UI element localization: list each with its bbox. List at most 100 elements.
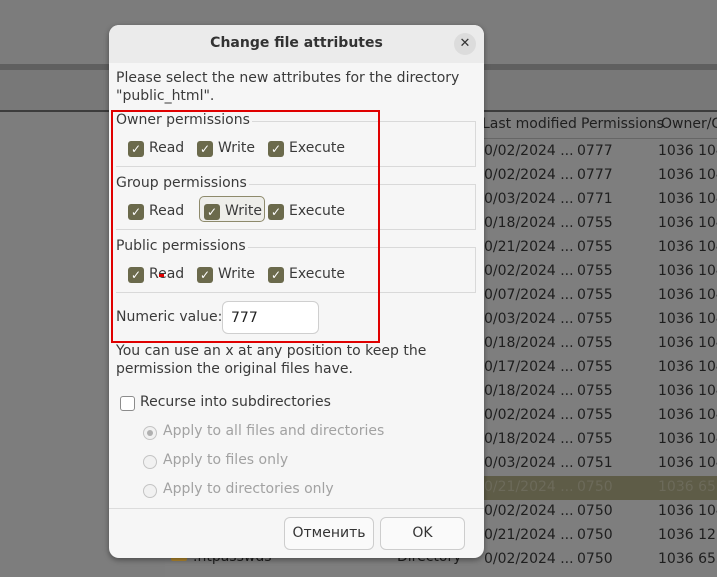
row-permissions: 0755 (577, 431, 613, 447)
cancel-button[interactable]: Отменить (284, 517, 374, 550)
row-last-modified: 0/21/2024 ... (484, 479, 574, 495)
row-permissions: 0755 (577, 407, 613, 423)
checkbox-label: Write (218, 266, 255, 282)
row-owner: 1036 104 (658, 455, 717, 471)
file-row[interactable]: 0/07/2024 ...0755 1036 104 (484, 284, 717, 308)
highlight-mark (159, 274, 164, 277)
radio-label: Apply to all files and directories (163, 423, 385, 439)
row-permissions: 0755 (577, 239, 613, 255)
row-permissions: 0755 (577, 383, 613, 399)
row-permissions: 0755 (577, 215, 613, 231)
row-permissions: 0750 (577, 527, 613, 543)
checkbox-label: Read (149, 266, 185, 282)
checkbox-label: Read (149, 140, 185, 156)
file-row[interactable]: 0/18/2024 ...0755 1036 104 (484, 212, 717, 236)
row-owner: 1036 104 (658, 407, 717, 423)
check-icon: ✓ (268, 141, 284, 157)
file-row[interactable]: 0/18/2024 ...0755 1036 104 (484, 428, 717, 452)
row-owner: 1036 104 (658, 191, 717, 207)
group-label: Public permissions (116, 238, 248, 254)
file-row[interactable]: 0/02/2024 ...0777 1036 104 (484, 164, 717, 188)
row-owner: 1036 104 (658, 359, 717, 375)
close-icon: ✕ (459, 36, 471, 51)
row-last-modified: 0/21/2024 ... (484, 527, 574, 543)
group-label: Group permissions (116, 175, 249, 191)
row-last-modified: 0/02/2024 ... (484, 407, 574, 423)
column-owner[interactable]: Owner/G (661, 116, 717, 132)
radio-indicator (143, 426, 157, 440)
public-permissions-group: Public permissions ✓ Read ✓ Write ✓ Exec… (116, 238, 476, 294)
row-last-modified: 0/18/2024 ... (484, 335, 574, 351)
checkbox-label: Execute (289, 266, 345, 282)
checkbox-label: Read (149, 203, 185, 219)
radio-label: Apply to files only (163, 452, 289, 468)
file-row[interactable]: 0/21/2024 ...0750 1036 655 (484, 476, 717, 500)
file-row[interactable]: 0/21/2024 ... 0750 1036 12 (484, 524, 717, 548)
dialog-title-bar: Change file attributes ✕ (109, 25, 484, 63)
ok-button[interactable]: OK (380, 517, 465, 550)
row-owner: 1036 12 (658, 527, 716, 543)
row-last-modified: 0/03/2024 ... (484, 311, 574, 327)
column-permissions[interactable]: Permissions (581, 116, 664, 132)
dialog-title: Change file attributes (210, 35, 383, 51)
row-permissions: 0750 (577, 479, 613, 495)
numeric-value-input[interactable] (222, 301, 319, 334)
row-owner: 1036 104 (658, 167, 717, 183)
row-last-modified: 0/03/2024 ... (484, 455, 574, 471)
column-last-modified[interactable]: Last modified (482, 116, 577, 132)
check-icon: ✓ (197, 141, 213, 157)
row-permissions: 0750 (577, 503, 613, 519)
row-permissions: 0755 (577, 359, 613, 375)
check-icon: ✓ (204, 204, 220, 220)
row-last-modified: 0/21/2024 ... (484, 239, 574, 255)
file-row[interactable]: 0/02/2024 ...0755 1036 104 (484, 404, 717, 428)
row-owner: 1036 104 (658, 503, 717, 519)
file-row[interactable]: 0/02/2024 ...0777 1036 104 (484, 140, 717, 164)
group-permissions-group: Group permissions ✓ Read ✓ Write ✓ Execu… (116, 175, 476, 231)
row-last-modified: 0/02/2024 ... (484, 503, 574, 519)
row-permissions: 0777 (577, 143, 613, 159)
check-icon: ✓ (197, 267, 213, 283)
numeric-value-label: Numeric value: (116, 309, 223, 325)
radio-label: Apply to directories only (163, 481, 334, 497)
radio-indicator (143, 484, 157, 498)
row-last-modified: 0/02/2024 ... (484, 551, 574, 567)
file-row[interactable]: 0/21/2024 ...0755 1036 104 (484, 236, 717, 260)
button-separator (109, 508, 484, 509)
row-owner: 1036 104 (658, 335, 717, 351)
row-owner: 1036 655 (658, 551, 717, 567)
recurse-label: Recurse into subdirectories (140, 394, 331, 410)
row-last-modified: 0/02/2024 ... (484, 167, 574, 183)
file-row[interactable]: 0/18/2024 ...0755 1036 104 (484, 332, 717, 356)
checkbox-box (120, 396, 135, 411)
row-permissions: 0751 (577, 455, 613, 471)
row-last-modified: 0/02/2024 ... (484, 263, 574, 279)
row-last-modified: 0/18/2024 ... (484, 215, 574, 231)
file-row[interactable]: 0/18/2024 ...0755 1036 104 (484, 380, 717, 404)
checkbox-label: Execute (289, 203, 345, 219)
file-row[interactable]: 0/03/2024 ...0771 1036 104 (484, 188, 717, 212)
file-row[interactable]: 0/17/2024 ...0755 1036 104 (484, 356, 717, 380)
checkbox-label: Write (218, 140, 255, 156)
dialog-description: Please select the new attributes for the… (116, 70, 460, 104)
row-owner: 1036 104 (658, 311, 717, 327)
file-row[interactable]: 0/02/2024 ...0750 1036 104 (484, 500, 717, 524)
radio-indicator (143, 455, 157, 469)
row-permissions: 0755 (577, 263, 613, 279)
row-owner: 1036 104 (658, 239, 717, 255)
row-permissions: 0777 (577, 167, 613, 183)
close-button[interactable]: ✕ (454, 33, 476, 55)
owner-permissions-group: Owner permissions ✓ Read ✓ Write ✓ Execu… (116, 112, 476, 168)
hint-text: You can use an x at any position to keep… (116, 343, 427, 377)
row-permissions: 0750 (577, 551, 613, 567)
row-owner: 1036 104 (658, 383, 717, 399)
file-row[interactable]: 0/02/2024 ...0755 1036 104 (484, 260, 717, 284)
row-owner: 1036 104 (658, 215, 717, 231)
checkbox-label: Write (225, 203, 262, 219)
file-row[interactable]: 0/02/2024 ...0750 1036 655 (484, 548, 717, 572)
file-row[interactable]: 0/03/2024 ...0751 1036 104 (484, 452, 717, 476)
file-row[interactable]: 0/03/2024 ...0755 1036 104 (484, 308, 717, 332)
change-file-attributes-dialog: Change file attributes ✕ Please select t… (109, 25, 484, 558)
group-label: Owner permissions (116, 112, 252, 128)
row-permissions: 0755 (577, 335, 613, 351)
